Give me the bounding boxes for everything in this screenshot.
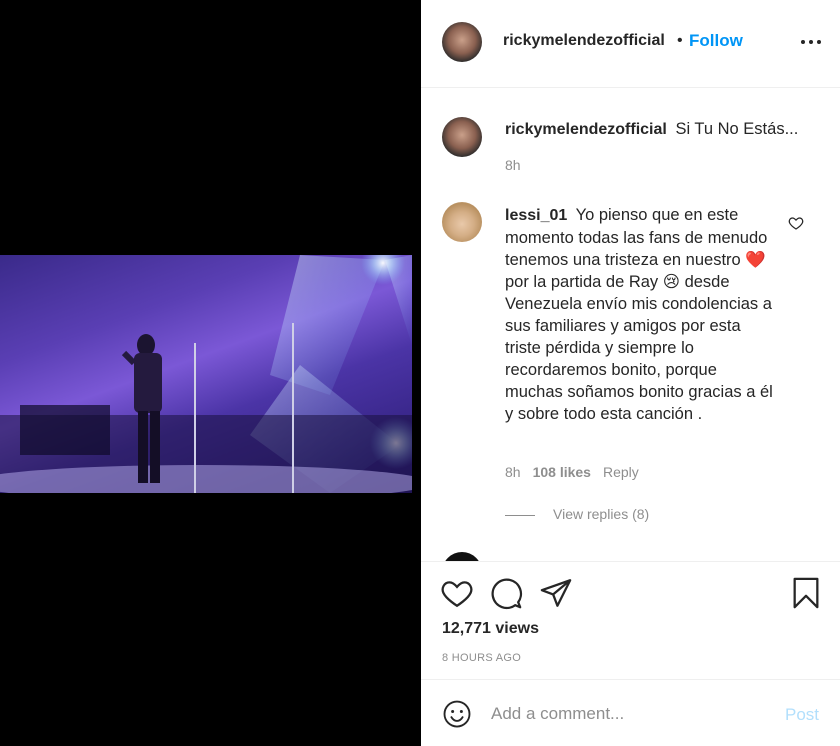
comments-list[interactable]: rickymelendezofficial Si Tu No Estás... … [421,89,840,561]
concert-stage-image [0,255,412,493]
emoji-icon[interactable] [442,699,472,729]
post-side-panel: rickymelendezofficial • Follow rickymele… [421,0,840,746]
share-icon[interactable] [539,576,573,610]
comment-input[interactable] [491,702,771,726]
follow-button[interactable]: Follow [689,31,743,51]
comment-icon[interactable] [489,576,523,610]
video-player[interactable] [0,255,412,493]
bookmark-icon[interactable] [789,576,823,610]
commenter-username[interactable]: lessi_01 [505,207,567,224]
red-heart-emoji: ❤️ [745,251,766,269]
post-actions: 12,771 views 8 HOURS AGO [421,561,840,679]
commenter-avatar[interactable] [442,202,482,242]
post-button[interactable]: Post [785,705,819,725]
replies-divider [505,514,535,516]
comment-meta: 8h 108 likes Reply [505,464,639,480]
view-replies-button[interactable]: View replies (8) [505,506,649,522]
comment-like-heart-icon[interactable] [788,215,804,231]
next-commenter-avatar[interactable] [442,552,482,561]
caption-text: rickymelendezofficial Si Tu No Estás... [505,118,825,141]
caption-author-avatar[interactable] [442,117,482,157]
post-age: 8 HOURS AGO [442,652,522,664]
author-avatar[interactable] [442,22,482,62]
add-comment-bar: Post [421,679,840,746]
comment-text: lessi_01 Yo pienso que en este momento t… [505,204,775,425]
author-username[interactable]: rickymelendezofficial [503,32,665,50]
view-count[interactable]: 12,771 views [442,620,539,638]
comment-like-count[interactable]: 108 likes [533,464,591,480]
caption-author-username[interactable]: rickymelendezofficial [505,121,667,138]
comment-body-part: por la partida de Ray [505,273,659,291]
post-header: rickymelendezofficial • Follow [421,0,840,88]
crying-face-emoji: 😢 [662,273,680,291]
media-panel [0,0,421,746]
caption-body: Si Tu No Estás... [675,120,799,138]
more-options-icon[interactable] [801,40,821,46]
separator-dot: • [677,32,683,49]
heart-icon[interactable] [440,576,474,610]
comment-timestamp: 8h [505,464,521,480]
caption-timestamp: 8h [505,157,521,173]
reply-button[interactable]: Reply [603,464,639,480]
view-replies-label: View replies (8) [553,506,650,522]
comment-body-part: desde Venezuela envío mis condolencias a… [505,273,773,423]
